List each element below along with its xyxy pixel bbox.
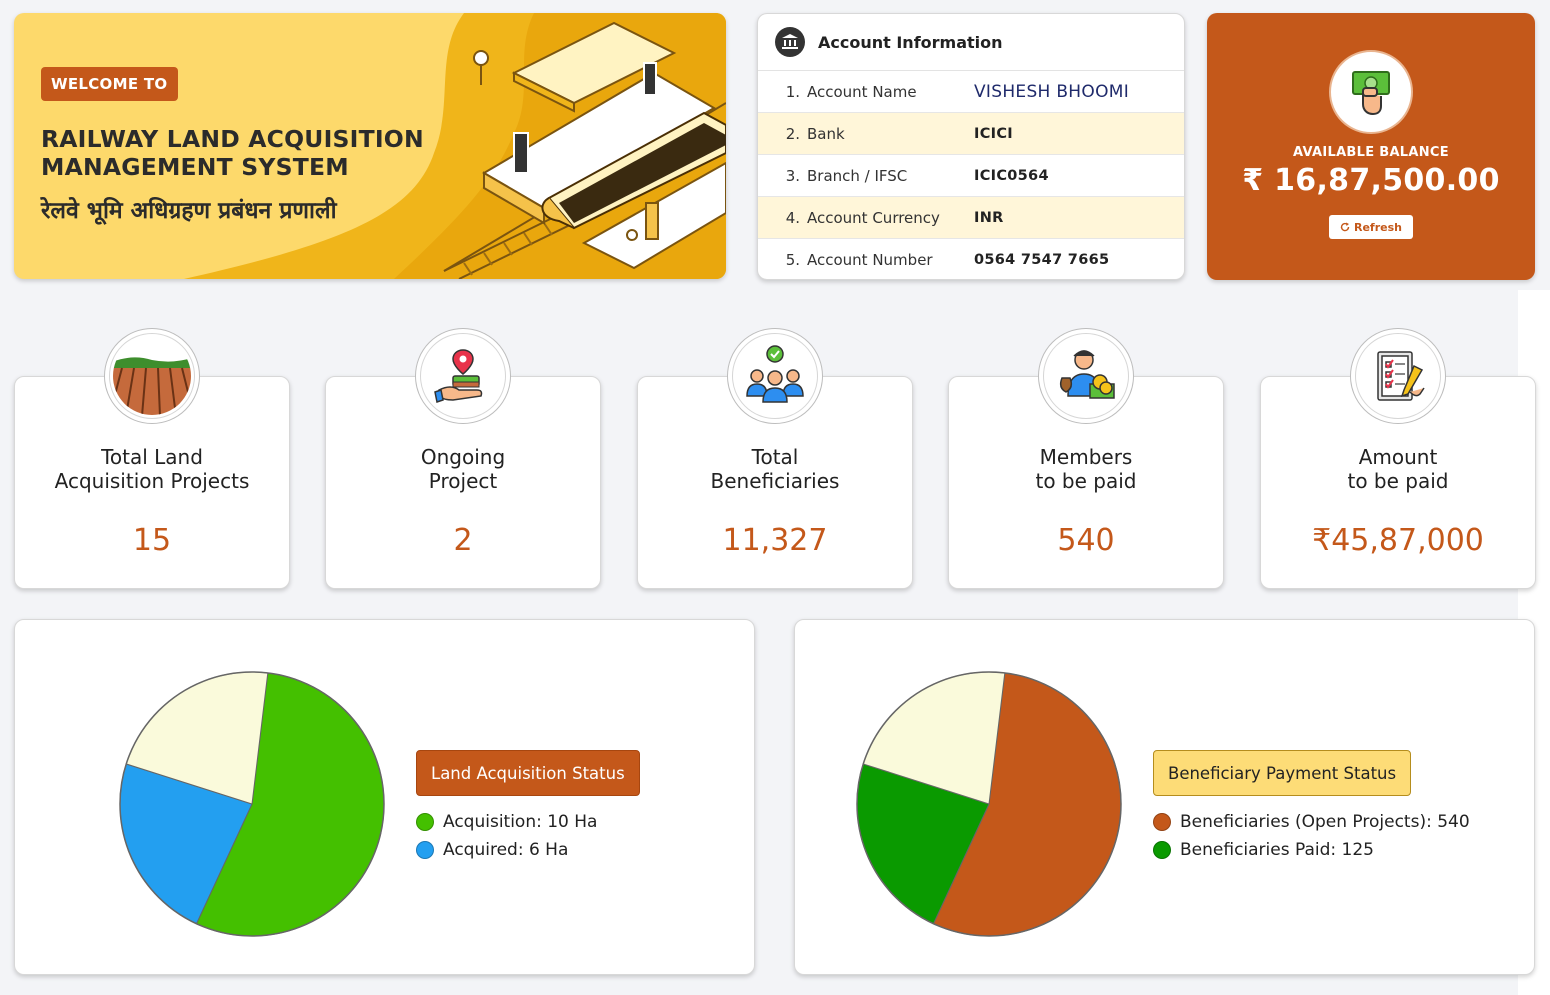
stat-value: 2 [453, 523, 473, 558]
row-number: 2. [785, 124, 800, 143]
stat-label-line1: Members [1039, 445, 1133, 469]
system-title-hindi: रेलवे भूमि अधिग्रहण प्रबंधन प्रणाली [41, 198, 337, 224]
row-label: Branch / IFSC [807, 166, 908, 185]
legend-dot-green [416, 813, 434, 831]
currency-value: INR [974, 209, 1004, 226]
system-title: RAILWAY LAND ACQUISITION MANAGEMENT SYST… [41, 125, 424, 181]
stat-value: 11,327 [722, 523, 828, 558]
stat-label: Members to be paid [949, 445, 1223, 493]
row-label: Account Name [807, 82, 917, 101]
land-location-icon [415, 328, 511, 424]
legend-label: Acquisition: 10 Ha [443, 812, 598, 832]
bank-icon [775, 27, 805, 57]
row-number: 1. [785, 82, 800, 101]
stat-label: Total Beneficiaries [638, 445, 912, 493]
land-acquisition-legend: Acquisition: 10 Ha Acquired: 6 Ha [416, 808, 597, 864]
account-row-name: 1. Account Name VISHESH BHOOMI [758, 71, 1184, 113]
member-money-icon [1038, 328, 1134, 424]
account-header: Account Information [758, 14, 1184, 71]
row-number: 4. [785, 208, 800, 227]
stat-value: 540 [1057, 523, 1115, 558]
account-row-branch: 3. Branch / IFSC ICIC0564 [758, 155, 1184, 197]
farmland-icon [104, 328, 200, 424]
row-label: Bank [807, 124, 845, 143]
account-title: Account Information [818, 32, 1003, 52]
legend-dot-green [1153, 841, 1171, 859]
stat-label-line1: Total Land [101, 445, 203, 469]
stat-label-line2: Acquisition Projects [54, 469, 250, 493]
stat-label-line2: to be paid [1035, 469, 1137, 493]
legend-label: Beneficiaries (Open Projects): 540 [1180, 812, 1470, 832]
account-row-currency: 4. Account Currency INR [758, 197, 1184, 239]
account-row-bank: 2. Bank ICICI [758, 113, 1184, 155]
stat-value: ₹45,87,000 [1312, 523, 1484, 558]
stat-label-line1: Amount [1358, 445, 1438, 469]
row-label: Account Number [807, 251, 933, 269]
stat-label-line1: Total [751, 445, 799, 469]
stat-label-line2: Beneficiaries [710, 469, 840, 493]
stat-label-line2: to be paid [1347, 469, 1449, 493]
land-acquisition-pie [119, 671, 385, 937]
row-number: 3. [785, 166, 800, 185]
stat-label: Total Land Acquisition Projects [15, 445, 289, 493]
beneficiaries-icon [727, 328, 823, 424]
balance-label: AVAILABLE BALANCE [1293, 145, 1449, 160]
branch-value: ICIC0564 [974, 167, 1049, 184]
stat-label: Amount to be paid [1261, 445, 1535, 493]
legend-label: Beneficiaries Paid: 125 [1180, 840, 1374, 860]
land-acquisition-legend-title: Land Acquisition Status [416, 750, 640, 796]
row-number: 5. [785, 251, 800, 269]
legend-label: Acquired: 6 Ha [443, 840, 569, 860]
welcome-tag: WELCOME TO [41, 67, 178, 101]
legend-item-open-projects: Beneficiaries (Open Projects): 540 [1153, 808, 1470, 836]
available-balance-card: AVAILABLE BALANCE ₹ 16,87,500.00 Refresh [1207, 13, 1535, 280]
refresh-button[interactable]: Refresh [1329, 215, 1413, 239]
beneficiary-payment-legend-title: Beneficiary Payment Status [1153, 750, 1412, 796]
legend-item-acquired: Acquired: 6 Ha [416, 836, 597, 864]
legend-dot-blue [416, 841, 434, 859]
stat-label-line2: Project [428, 469, 498, 493]
legend-item-beneficiaries-paid: Beneficiaries Paid: 125 [1153, 836, 1470, 864]
cash-hand-icon [1329, 50, 1413, 134]
bank-value: ICICI [974, 125, 1013, 142]
account-row-number: 5. Account Number 0564 7547 7665 [758, 239, 1184, 279]
balance-value: ₹ 16,87,500.00 [1242, 163, 1500, 198]
checklist-icon [1350, 328, 1446, 424]
legend-dot-orange [1153, 813, 1171, 831]
beneficiary-payment-legend: Beneficiaries (Open Projects): 540 Benef… [1153, 808, 1470, 864]
stat-label-line1: Ongoing [420, 445, 506, 469]
welcome-banner: WELCOME TO RAILWAY LAND ACQUISITION MANA… [14, 13, 726, 279]
refresh-label: Refresh [1354, 220, 1402, 234]
land-acquisition-chart-card: Land Acquisition Status Acquisition: 10 … [14, 619, 755, 975]
stat-label: Ongoing Project [326, 445, 600, 493]
legend-item-acquisition: Acquisition: 10 Ha [416, 808, 597, 836]
beneficiary-payment-chart-card: Beneficiary Payment Status Beneficiaries… [794, 619, 1535, 975]
account-information-card: Account Information 1. Account Name VISH… [757, 13, 1185, 280]
account-name-value: VISHESH BHOOMI [974, 81, 1130, 102]
stat-value: 15 [132, 523, 172, 558]
beneficiary-payment-pie [856, 671, 1122, 937]
row-label: Account Currency [807, 208, 940, 227]
refresh-icon [1340, 222, 1350, 232]
account-number-value: 0564 7547 7665 [974, 252, 1110, 268]
